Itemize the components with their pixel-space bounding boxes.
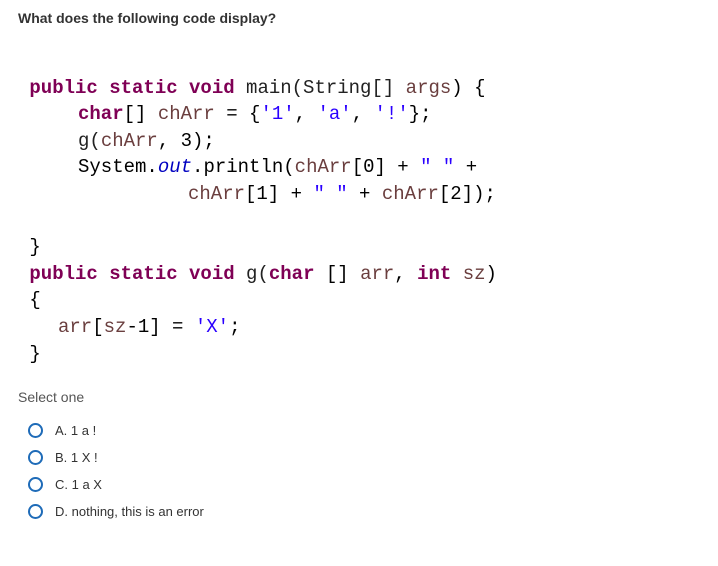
options-group: A. 1 a ! B. 1 X ! C. 1 a X D. nothing, t…	[18, 417, 700, 525]
select-prompt: Select one	[18, 389, 700, 405]
option-text: 1 a !	[71, 423, 96, 438]
code-line-1: public static void main(String[] args) {	[18, 77, 486, 99]
radio-icon[interactable]	[28, 504, 43, 519]
option-text: nothing, this is an error	[72, 504, 204, 519]
option-b[interactable]: B. 1 X !	[28, 444, 700, 471]
code-block: public static void main(String[] args) {…	[18, 48, 700, 367]
radio-icon[interactable]	[28, 423, 43, 438]
code-line-6: }	[18, 236, 41, 258]
code-line-4: System.out.println(chArr[0] + " " +	[18, 156, 477, 178]
option-text: 1 a X	[72, 477, 102, 492]
radio-icon[interactable]	[28, 450, 43, 465]
code-line-7: public static void g(char [] arr, int sz…	[18, 263, 497, 285]
option-letter: C.	[55, 477, 68, 492]
option-a[interactable]: A. 1 a !	[28, 417, 700, 444]
option-c[interactable]: C. 1 a X	[28, 471, 700, 498]
option-letter: A.	[55, 423, 67, 438]
code-line-2: char[] chArr = {'1', 'a', '!'};	[18, 103, 432, 125]
code-line-3: g(chArr, 3);	[18, 130, 215, 152]
radio-icon[interactable]	[28, 477, 43, 492]
question-text: What does the following code display?	[18, 10, 700, 26]
option-letter: B.	[55, 450, 67, 465]
code-line-10: }	[18, 343, 41, 365]
option-d[interactable]: D. nothing, this is an error	[28, 498, 700, 525]
code-line-9: arr[sz-1] = 'X';	[18, 316, 240, 338]
code-line-8: {	[18, 289, 41, 311]
code-line-5: chArr[1] + " " + chArr[2]);	[18, 183, 496, 205]
option-text: 1 X !	[71, 450, 98, 465]
option-letter: D.	[55, 504, 68, 519]
